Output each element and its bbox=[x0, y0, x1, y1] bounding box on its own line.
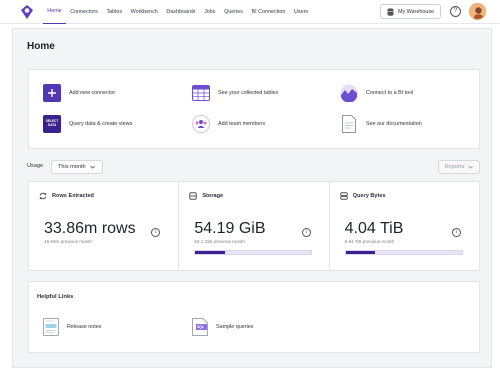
usage-controls: Usage This month Reports bbox=[27, 160, 480, 174]
metric-title: Rows Extracted bbox=[52, 193, 94, 199]
nav-workbench[interactable]: Workbench bbox=[126, 0, 162, 24]
storage-icon bbox=[189, 192, 197, 200]
action-label: Add new connector bbox=[69, 90, 116, 96]
quick-actions-card: Add new connector See your collected tab… bbox=[28, 69, 480, 149]
sync-icon bbox=[39, 192, 47, 200]
bi-chart-icon bbox=[340, 84, 358, 102]
action-label: Connect to a BI tool bbox=[366, 90, 414, 96]
nav-connectors[interactable]: Connectors bbox=[66, 0, 102, 24]
reports-label: Reports bbox=[444, 164, 465, 170]
usage-metrics-card: Rows Extracted 33.86m rows 49.66m previo… bbox=[28, 181, 480, 271]
main-content: Home Add new connector See your collecte… bbox=[12, 28, 492, 368]
help-icon[interactable]: ? bbox=[450, 6, 461, 17]
period-value: This month bbox=[58, 164, 86, 170]
avatar-image-icon bbox=[470, 4, 485, 19]
helpful-links-card: Helpful Links Release notes SQL Sample q… bbox=[28, 281, 480, 353]
sql-file-icon: SQL bbox=[192, 318, 208, 336]
rows-extracted-metric: Rows Extracted 33.86m rows 49.66m previo… bbox=[29, 182, 180, 270]
page-title: Home bbox=[27, 41, 55, 52]
database-icon bbox=[387, 7, 394, 16]
nav-bi-connection[interactable]: BI Connection bbox=[247, 0, 289, 24]
action-label: Query data & create views bbox=[69, 121, 133, 127]
document-icon bbox=[340, 115, 358, 133]
metric-header: Query Bytes bbox=[340, 192, 386, 200]
plus-icon bbox=[43, 84, 61, 102]
info-icon[interactable]: i bbox=[151, 228, 161, 237]
warehouse-selector-button[interactable]: My Warehouse bbox=[380, 4, 441, 19]
nav-jobs[interactable]: Jobs bbox=[200, 0, 220, 24]
query-bytes-progress-bar bbox=[344, 250, 463, 255]
link-label: Release notes bbox=[67, 324, 102, 330]
add-connector-action[interactable]: Add new connector bbox=[43, 84, 115, 102]
nav-home[interactable]: Home bbox=[43, 0, 66, 24]
metric-title: Storage bbox=[202, 193, 224, 199]
progress-fill bbox=[345, 251, 375, 254]
select-data-icon: SELECT DATA bbox=[43, 115, 61, 133]
main-nav: Home Connectors Tables Workbench Dashboa… bbox=[43, 0, 312, 24]
team-icon bbox=[192, 115, 210, 133]
metric-value: 33.86m rows bbox=[44, 220, 136, 237]
info-icon[interactable]: i bbox=[451, 228, 461, 237]
metric-previous: 49.66m previous month bbox=[44, 239, 93, 244]
release-notes-icon bbox=[43, 318, 59, 336]
select-data-icon-text: SELECT DATA bbox=[45, 119, 59, 127]
query-data-action[interactable]: SELECT DATA Query data & create views bbox=[43, 115, 132, 133]
release-notes-link[interactable]: Release notes bbox=[43, 318, 101, 336]
chevron-down-icon bbox=[468, 165, 474, 169]
metric-header: Rows Extracted bbox=[39, 192, 94, 200]
add-team-members-action[interactable]: Add team members bbox=[192, 115, 265, 133]
metric-value: 4.04 TiB bbox=[344, 220, 404, 237]
action-label: See your collected tables bbox=[218, 90, 279, 96]
chevron-down-icon bbox=[89, 165, 95, 169]
metric-header: Storage bbox=[189, 192, 223, 200]
warehouse-label: My Warehouse bbox=[397, 8, 435, 15]
metric-value: 54.19 GiB bbox=[194, 220, 266, 237]
top-navigation-bar: Home Connectors Tables Workbench Dashboa… bbox=[0, 0, 500, 24]
storage-progress-bar bbox=[194, 250, 313, 255]
action-label: See our documentation bbox=[366, 121, 422, 127]
period-select[interactable]: This month bbox=[51, 160, 103, 174]
metric-title: Query Bytes bbox=[352, 193, 386, 199]
nav-queries[interactable]: Queries bbox=[220, 0, 247, 24]
query-bytes-metric: Query Bytes 4.04 TiB 6.84 TiB previous m… bbox=[330, 182, 479, 270]
helpful-links-title: Helpful Links bbox=[37, 294, 74, 300]
nav-tables[interactable]: Tables bbox=[102, 0, 126, 24]
progress-fill bbox=[195, 251, 226, 254]
sql-icon-text: SQL bbox=[197, 324, 204, 329]
nav-users[interactable]: Users bbox=[290, 0, 313, 24]
usage-label: Usage bbox=[27, 163, 44, 169]
connect-bi-action[interactable]: Connect to a BI tool bbox=[340, 84, 413, 102]
action-label: Add team members bbox=[218, 121, 266, 127]
storage-metric: Storage 54.19 GiB 53.1 GiB previous mont… bbox=[179, 182, 330, 270]
metric-previous: 6.84 TiB previous month bbox=[344, 239, 395, 244]
reports-button[interactable]: Reports bbox=[438, 160, 480, 174]
database-icon bbox=[340, 192, 348, 200]
nav-dashboards[interactable]: Dashboards bbox=[162, 0, 200, 24]
table-icon bbox=[192, 84, 210, 102]
metric-previous: 53.1 GiB previous month bbox=[194, 239, 245, 244]
info-icon[interactable]: i bbox=[301, 228, 311, 237]
user-avatar[interactable] bbox=[469, 3, 486, 20]
link-label: Sample queries bbox=[216, 324, 254, 330]
collected-tables-action[interactable]: See your collected tables bbox=[192, 84, 278, 102]
documentation-action[interactable]: See our documentation bbox=[340, 115, 422, 133]
app-logo-icon[interactable] bbox=[20, 4, 34, 20]
sample-queries-link[interactable]: SQL Sample queries bbox=[192, 318, 253, 336]
